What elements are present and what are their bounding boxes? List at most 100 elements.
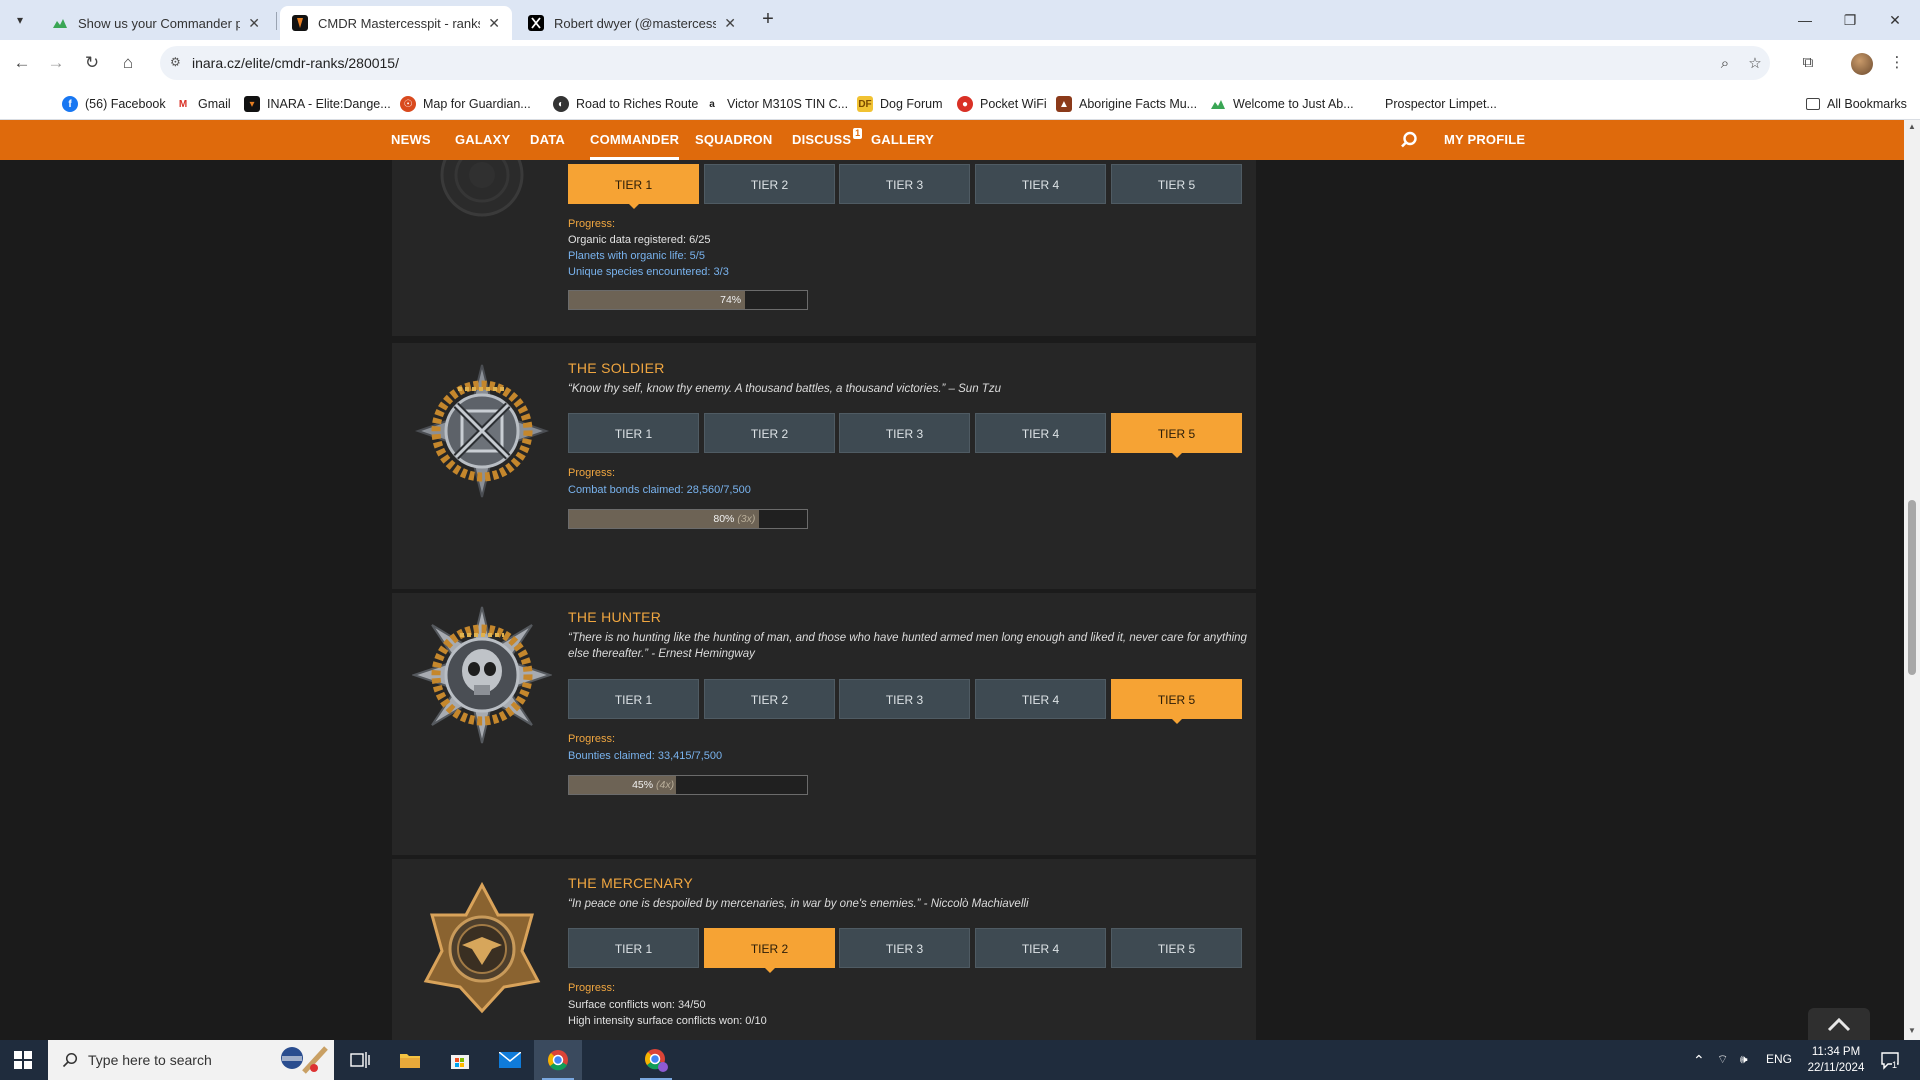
nav-news[interactable]: NEWS	[391, 120, 431, 160]
all-bookmarks-button[interactable]: All Bookmarks	[1806, 95, 1907, 113]
zoom-icon[interactable]: ⌕	[1716, 55, 1734, 73]
progress-line-link[interactable]: Combat bonds claimed: 28,560/7,500	[568, 482, 751, 498]
search-icon[interactable]	[1400, 131, 1418, 149]
progress-line-link[interactable]: Bounties claimed: 33,415/7,500	[568, 748, 722, 764]
progress-line-link[interactable]: Unique species encountered: 3/3	[568, 264, 729, 280]
nav-data[interactable]: DATA	[530, 120, 565, 160]
bookmark-item[interactable]: ▲ Aborigine Facts Mu...	[1056, 95, 1197, 113]
windows-start-icon[interactable]	[14, 1051, 32, 1069]
close-tab-icon[interactable]: ✕	[248, 15, 260, 32]
volume-icon[interactable]: 🕪	[1740, 1052, 1748, 1067]
tier-2-button[interactable]: TIER 2	[704, 928, 835, 973]
action-center-button[interactable]: 1	[1880, 1050, 1900, 1070]
nav-my-profile[interactable]: MY PROFILE	[1444, 120, 1525, 160]
page-scrollbar[interactable]: ▲ ▼	[1904, 120, 1920, 1040]
forward-arrow-icon[interactable]: →	[44, 51, 68, 75]
tier-2-button[interactable]: TIER 2	[704, 413, 835, 453]
tier-3-button[interactable]: TIER 3	[839, 164, 970, 204]
taskbar-clock[interactable]: 11:34 PM 22/11/2024	[1806, 1044, 1866, 1076]
nav-galaxy[interactable]: GALAXY	[455, 120, 510, 160]
close-tab-icon[interactable]: ✕	[488, 15, 500, 32]
tier-5-button[interactable]: TIER 5	[1111, 928, 1242, 968]
task-view-icon[interactable]	[336, 1040, 384, 1080]
bookmark-item[interactable]: Prospector Limpet...	[1385, 95, 1497, 113]
file-explorer-icon[interactable]	[386, 1040, 434, 1080]
minimize-window-button[interactable]: —	[1785, 6, 1825, 34]
bookmark-item[interactable]: ◐ Road to Riches Route	[553, 95, 698, 113]
bookmark-item[interactable]: ▾ INARA - Elite:Dange...	[244, 95, 391, 113]
back-arrow-icon[interactable]: ←	[10, 51, 34, 75]
nav-commander[interactable]: COMMANDER	[590, 120, 680, 160]
show-hidden-icons-chevron-icon[interactable]: ⌃	[1693, 1052, 1705, 1069]
chevron-up-icon	[1827, 1017, 1851, 1032]
tier-2-button[interactable]: TIER 2	[704, 679, 835, 719]
language-indicator[interactable]: ENG	[1766, 1052, 1792, 1066]
bookmark-item[interactable]: a Victor M310S TIN C...	[704, 95, 848, 113]
extensions-icon[interactable]: ⧉	[1797, 52, 1819, 74]
tier-3-button[interactable]: TIER 3	[839, 413, 970, 453]
tier-1-button[interactable]: TIER 1	[568, 679, 699, 719]
site-info-icon[interactable]: ⚙	[170, 55, 186, 71]
restore-window-button[interactable]: ❐	[1830, 6, 1870, 34]
scroll-up-arrow-icon[interactable]: ▲	[1907, 122, 1917, 131]
bookmark-item[interactable]: f (56) Facebook	[62, 95, 166, 113]
bookmark-item[interactable]: DF Dog Forum	[857, 95, 943, 113]
browser-tab-bar: ▾ Show us your Commander prof ✕ CMDR Mas…	[0, 0, 1920, 40]
progress-line-link[interactable]: Planets with organic life: 5/5	[568, 248, 705, 264]
amazon-icon: a	[704, 96, 720, 112]
back-to-top-button[interactable]	[1808, 1008, 1870, 1040]
close-tab-icon[interactable]: ✕	[724, 15, 736, 32]
profile-avatar[interactable]	[1851, 53, 1873, 75]
progress-bar: 80% (3x)	[568, 509, 808, 529]
taskbar-search-box[interactable]: Type here to search	[48, 1040, 334, 1080]
tier-5-button[interactable]: TIER 5	[1111, 164, 1242, 204]
tier-3-button[interactable]: TIER 3	[839, 679, 970, 719]
close-window-button[interactable]: ✕	[1875, 6, 1915, 34]
route-icon: ◐	[553, 96, 569, 112]
url-text[interactable]: inara.cz/elite/cmdr-ranks/280015/	[192, 55, 399, 71]
reload-icon[interactable]: ↻	[80, 51, 104, 75]
nav-squadron[interactable]: SQUADRON	[695, 120, 772, 160]
tier-4-button[interactable]: TIER 4	[975, 164, 1106, 204]
chrome-taskbar-icon[interactable]	[534, 1040, 582, 1080]
new-tab-button[interactable]: +	[756, 8, 780, 32]
inara-icon: ▾	[244, 96, 260, 112]
tier-5-button[interactable]: TIER 5	[1111, 413, 1242, 458]
tab-search-button[interactable]: ▾	[8, 8, 32, 32]
browser-tab[interactable]: Show us your Commander prof ✕	[40, 6, 272, 40]
tier-3-button[interactable]: TIER 3	[839, 928, 970, 968]
mountains-icon	[1211, 100, 1225, 109]
scroll-down-arrow-icon[interactable]: ▼	[1907, 1026, 1917, 1035]
microsoft-store-icon[interactable]	[436, 1040, 484, 1080]
nav-gallery[interactable]: GALLERY	[871, 120, 934, 160]
tier-1-button[interactable]: TIER 1	[568, 413, 699, 453]
bookmark-label: Gmail	[198, 97, 231, 111]
chrome-profile-taskbar-icon[interactable]	[632, 1040, 680, 1080]
browser-tab[interactable]: Robert dwyer (@mastercesspit) ✕	[516, 6, 748, 40]
site-navigation: NEWS GALAXY DATA COMMANDER SQUADRON DISC…	[0, 120, 1904, 160]
scrollbar-thumb[interactable]	[1908, 500, 1916, 675]
tier-4-button[interactable]: TIER 4	[975, 413, 1106, 453]
bookmark-item[interactable]: M Gmail	[175, 95, 231, 113]
tier-1-button[interactable]: TIER 1	[568, 164, 699, 209]
network-icon[interactable]: ⌔	[1717, 1052, 1728, 1067]
progress-line: High intensity surface conflicts won: 0/…	[568, 1015, 767, 1027]
rank-card-mercenary: THE MERCENARY “In peace one is despoiled…	[392, 859, 1256, 1040]
tier-4-button[interactable]: TIER 4	[975, 679, 1106, 719]
address-bar[interactable]: ⚙ inara.cz/elite/cmdr-ranks/280015/ ⌕ ☆	[160, 46, 1770, 80]
bookmark-item[interactable]: ● Pocket WiFi	[957, 95, 1047, 113]
bookmark-item[interactable]: ☉ Map for Guardian...	[400, 95, 531, 113]
nav-discuss[interactable]: DISCUSS 1	[792, 120, 863, 160]
tier-4-button[interactable]: TIER 4	[975, 928, 1106, 968]
bookmark-item[interactable]: Welcome to Just Ab...	[1210, 95, 1354, 113]
chrome-menu-icon[interactable]: ⋮	[1886, 52, 1908, 74]
tier-5-button[interactable]: TIER 5	[1111, 679, 1242, 724]
tier-1-button[interactable]: TIER 1	[568, 928, 699, 968]
mail-icon[interactable]	[486, 1040, 534, 1080]
browser-tab-active[interactable]: CMDR Mastercesspit - ranks | E ✕	[280, 6, 512, 40]
home-icon[interactable]: ⌂	[116, 51, 140, 75]
bookmark-star-icon[interactable]: ☆	[1746, 55, 1764, 73]
bookmark-label: Welcome to Just Ab...	[1233, 97, 1354, 111]
tab-separator	[276, 12, 277, 30]
tier-2-button[interactable]: TIER 2	[704, 164, 835, 204]
